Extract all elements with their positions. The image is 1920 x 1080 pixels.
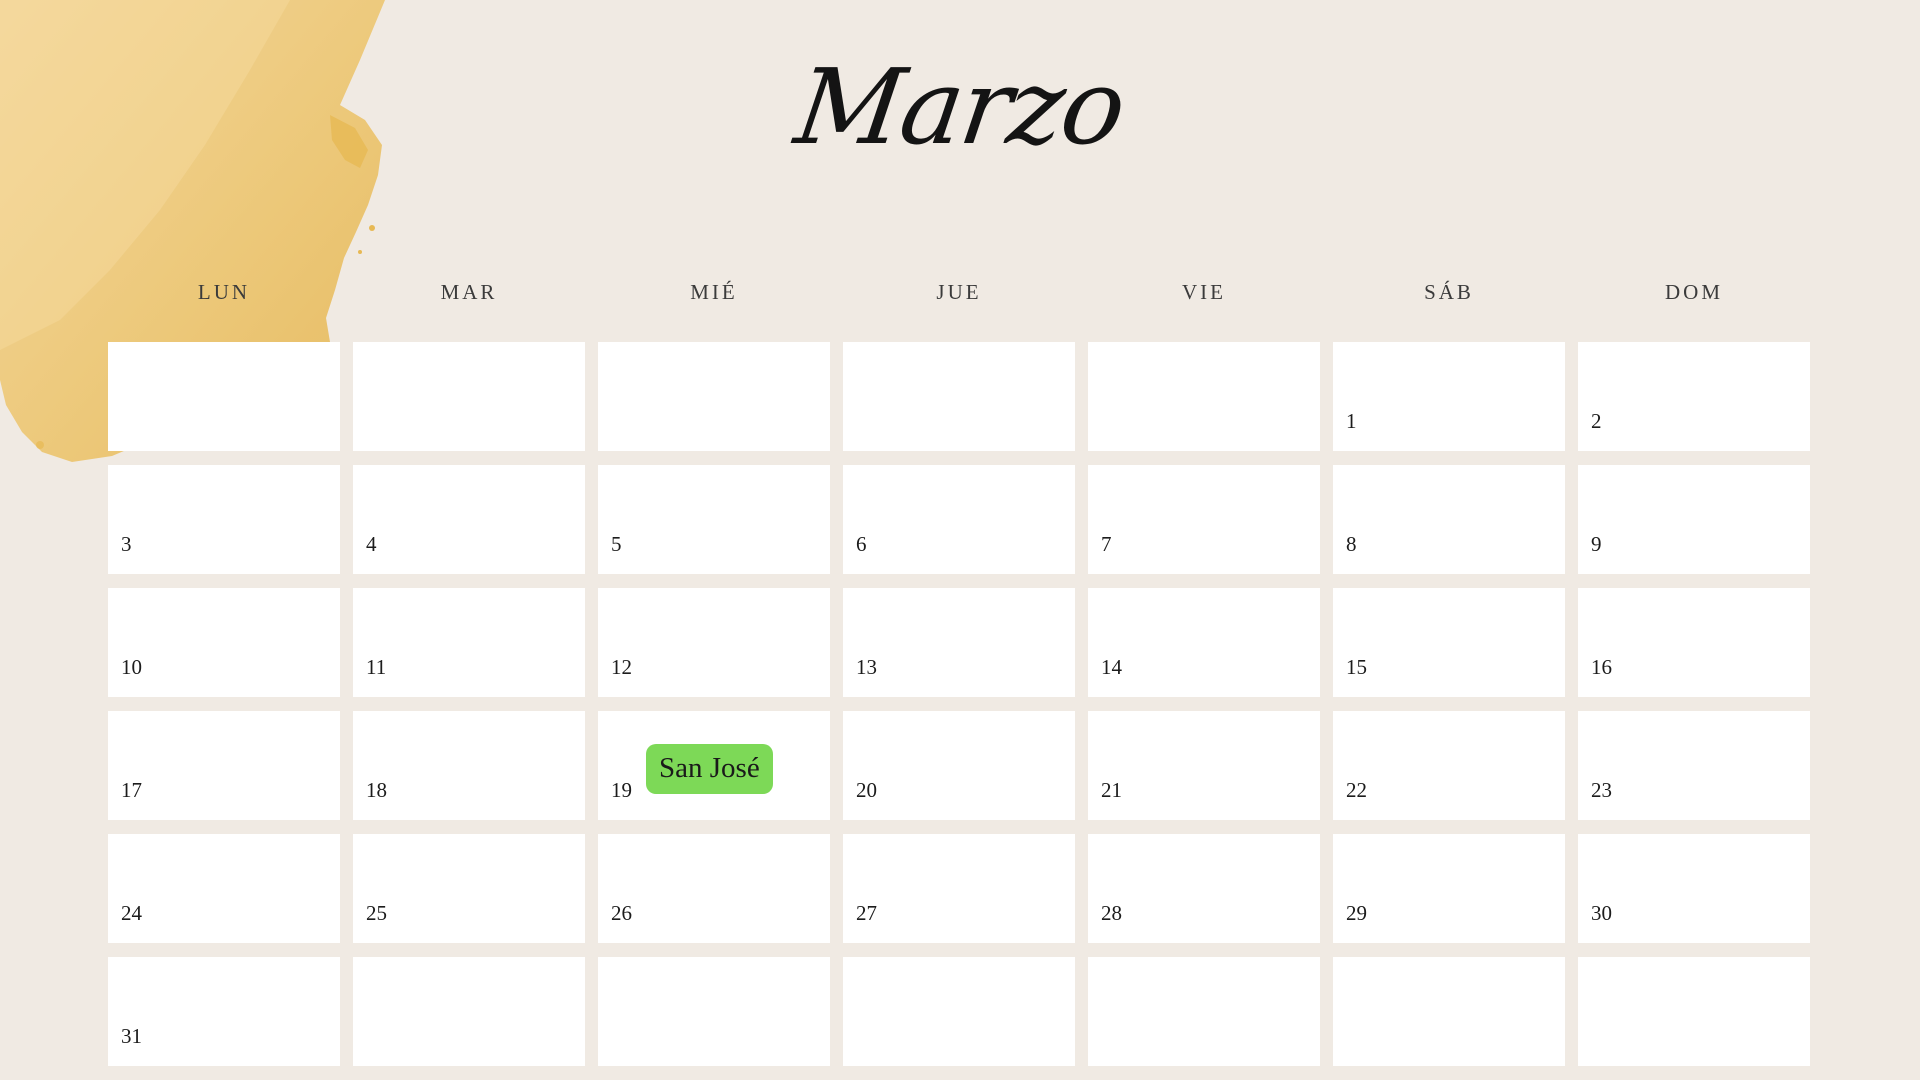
weekday-label: VIE	[1182, 280, 1226, 304]
day-number: 20	[856, 778, 877, 802]
event-badge[interactable]: San José	[646, 744, 773, 794]
day-cell[interactable]: 11	[353, 588, 585, 697]
empty-day-cell[interactable]	[353, 342, 585, 451]
empty-day-cell[interactable]	[1088, 342, 1320, 451]
day-number: 23	[1591, 778, 1612, 802]
day-cell[interactable]: 12	[598, 588, 830, 697]
day-number: 25	[366, 901, 387, 925]
empty-day-cell[interactable]	[108, 342, 340, 451]
weekday-label: DOM	[1664, 280, 1723, 304]
weekday-label: LUN	[197, 280, 251, 304]
day-cell[interactable]: 21	[1088, 711, 1320, 820]
empty-day-cell[interactable]	[843, 957, 1075, 1066]
day-number: 18	[366, 778, 387, 802]
day-number: 7	[1101, 532, 1112, 556]
day-cell[interactable]: 29	[1333, 834, 1565, 943]
day-number: 6	[856, 532, 867, 556]
day-number: 26	[611, 901, 632, 925]
day-number: 28	[1101, 901, 1122, 925]
day-cell[interactable]: 22	[1333, 711, 1565, 820]
weekday-label: MIÉ	[690, 280, 738, 304]
empty-day-cell[interactable]	[1333, 957, 1565, 1066]
day-number: 9	[1591, 532, 1602, 556]
day-cell[interactable]: 18	[353, 711, 585, 820]
day-cell[interactable]: 23	[1578, 711, 1810, 820]
day-cell[interactable]: 15	[1333, 588, 1565, 697]
day-number: 3	[121, 532, 132, 556]
calendar-grid: 1 2 3 4 5 6 7 8 9 10 11 12 13 14 15 16 17 18 19 San José 20 2…	[108, 342, 1814, 1066]
day-cell[interactable]: 14	[1088, 588, 1320, 697]
empty-day-cell[interactable]	[353, 957, 585, 1066]
day-number: 8	[1346, 532, 1357, 556]
day-number: 27	[856, 901, 877, 925]
weekday-label: SÁB	[1424, 280, 1474, 304]
empty-day-cell[interactable]	[843, 342, 1075, 451]
day-number: 12	[611, 655, 632, 679]
day-cell[interactable]: 31	[108, 957, 340, 1066]
day-cell[interactable]: 13	[843, 588, 1075, 697]
day-number: 4	[366, 532, 377, 556]
day-cell[interactable]: 5	[598, 465, 830, 574]
day-number: 30	[1591, 901, 1612, 925]
empty-day-cell[interactable]	[598, 342, 830, 451]
day-cell[interactable]: 6	[843, 465, 1075, 574]
day-cell[interactable]: 19 San José	[598, 711, 830, 820]
day-cell[interactable]: 1	[1333, 342, 1565, 451]
day-number: 19	[611, 778, 632, 802]
day-number: 15	[1346, 655, 1367, 679]
day-cell[interactable]: 7	[1088, 465, 1320, 574]
day-number: 17	[121, 778, 142, 802]
day-number: 2	[1591, 409, 1602, 433]
day-number: 13	[856, 655, 877, 679]
day-number: 14	[1101, 655, 1122, 679]
empty-day-cell[interactable]	[598, 957, 830, 1066]
day-cell[interactable]: 17	[108, 711, 340, 820]
day-cell[interactable]: 9	[1578, 465, 1810, 574]
day-cell[interactable]: 3	[108, 465, 340, 574]
day-number: 1	[1346, 409, 1357, 433]
day-number: 11	[366, 655, 387, 679]
day-cell[interactable]: 10	[108, 588, 340, 697]
day-cell[interactable]: 28	[1088, 834, 1320, 943]
day-cell[interactable]: 20	[843, 711, 1075, 820]
day-cell[interactable]: 4	[353, 465, 585, 574]
empty-day-cell[interactable]	[1088, 957, 1320, 1066]
day-number: 29	[1346, 901, 1367, 925]
day-number: 22	[1346, 778, 1367, 802]
day-number: 21	[1101, 778, 1122, 802]
day-cell[interactable]: 24	[108, 834, 340, 943]
day-cell[interactable]: 8	[1333, 465, 1565, 574]
day-cell[interactable]: 30	[1578, 834, 1810, 943]
weekday-header: LUN MAR MIÉ JUE VIE SÁB DOM	[108, 280, 1814, 304]
weekday-label: JUE	[936, 280, 982, 304]
day-number: 24	[121, 901, 142, 925]
empty-day-cell[interactable]	[1578, 957, 1810, 1066]
day-cell[interactable]: 16	[1578, 588, 1810, 697]
day-number: 5	[611, 532, 622, 556]
day-number: 10	[121, 655, 142, 679]
weekday-label: MAR	[440, 280, 498, 304]
day-cell[interactable]: 27	[843, 834, 1075, 943]
day-number: 31	[121, 1024, 142, 1048]
day-cell[interactable]: 25	[353, 834, 585, 943]
day-number: 16	[1591, 655, 1612, 679]
day-cell[interactable]: 2	[1578, 342, 1810, 451]
month-title: Marzo	[788, 46, 1132, 168]
day-cell[interactable]: 26	[598, 834, 830, 943]
